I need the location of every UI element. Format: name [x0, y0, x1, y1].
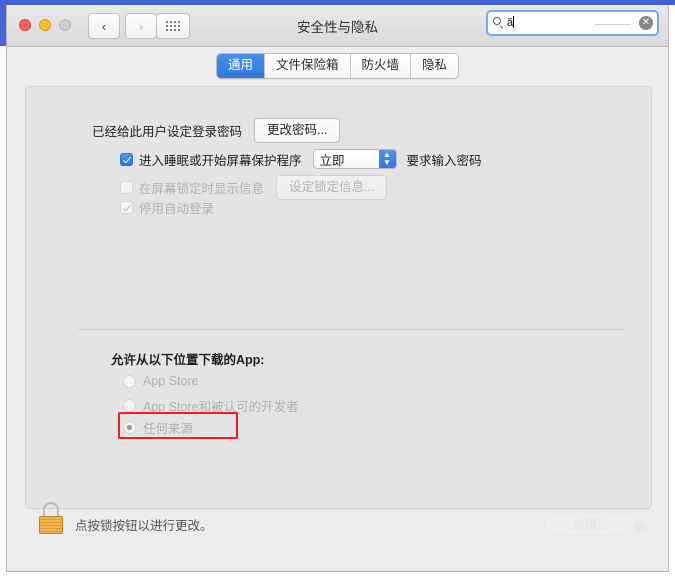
desktop-bottom-strip: [0, 572, 675, 578]
require-password-checkbox[interactable]: [120, 152, 133, 166]
tab-filevault[interactable]: 文件保险箱: [264, 54, 351, 78]
radio-anywhere: [123, 421, 136, 434]
window-titlebar: ‹ › 安全性与隐私 ă ✕: [7, 5, 668, 47]
download-option-anywhere: 任何来源: [123, 418, 193, 437]
padlock-body: [39, 516, 63, 534]
login-password-status: 已经给此用户设定登录密码: [92, 125, 243, 139]
disable-auto-login-label: 停用自动登录: [139, 202, 215, 216]
login-password-row: 已经给此用户设定登录密码 更改密码...: [92, 118, 341, 143]
chevron-updown-icon: ▲ ▼: [378, 150, 396, 168]
set-lock-message-button: 设定锁定信息...: [276, 175, 388, 200]
tab-group: 通用 文件保险箱 防火墙 隐私: [215, 53, 460, 79]
disable-auto-login-row: 停用自动登录: [120, 198, 214, 217]
show-lock-message-row: 在屏幕锁定时显示信息 设定锁定信息...: [120, 175, 388, 200]
tab-bar: 通用 文件保险箱 防火墙 隐私: [7, 47, 668, 85]
require-password-row: 进入睡眠或开始屏幕保护程序 立即 ▲ ▼ 要求输入密码: [120, 149, 482, 169]
tab-firewall[interactable]: 防火墙: [350, 54, 412, 78]
general-pane: 已经给此用户设定登录密码 更改密码... 进入睡眠或开始屏幕保护程序 立即 ▲ ▼…: [25, 86, 652, 509]
search-icon: [493, 17, 505, 29]
allow-downloads-title: 允许从以下位置下载的App:: [111, 353, 265, 367]
download-option-app-store: App Store: [123, 374, 199, 388]
radio-anywhere-label: 任何来源: [143, 422, 194, 436]
system-preferences-window: ‹ › 安全性与隐私 ă ✕ 通用 文件保险箱 防火墙 隐私 已经给此用户设定登…: [6, 5, 669, 572]
radio-app-store-label: App Store: [143, 374, 199, 388]
search-field-rule: [595, 24, 631, 25]
desktop-backdrop: ‹ › 安全性与隐私 ă ✕ 通用 文件保险箱 防火墙 隐私 已经给此用户设定登…: [0, 0, 675, 578]
advanced-button[interactable]: 高级...: [544, 513, 636, 536]
change-password-button[interactable]: 更改密码...: [254, 118, 341, 143]
password-delay-select[interactable]: 立即 ▲ ▼: [312, 149, 397, 169]
clear-search-icon[interactable]: ✕: [639, 16, 653, 30]
radio-app-store: [123, 374, 136, 388]
radio-app-store-identified-label: App Store和被认可的开发者: [143, 400, 299, 414]
show-lock-message-label: 在屏幕锁定时显示信息: [139, 182, 265, 196]
download-option-app-store-identified: App Store和被认可的开发者: [123, 396, 299, 415]
lock-hint-text: 点按锁按钮以进行更改。: [75, 519, 213, 533]
disable-auto-login-checkbox: [120, 201, 133, 214]
show-lock-message-checkbox: [120, 181, 133, 194]
search-input[interactable]: ă: [507, 13, 639, 33]
radio-app-store-identified: [123, 399, 136, 412]
require-password-suffix-label: 要求输入密码: [406, 153, 482, 168]
password-delay-value: 立即: [319, 153, 345, 168]
search-field[interactable]: ă ✕: [486, 10, 659, 36]
unlocked-padlock-icon[interactable]: [38, 502, 64, 534]
tab-privacy[interactable]: 隐私: [411, 54, 459, 78]
section-divider: [78, 329, 625, 330]
text-cursor: [513, 16, 515, 28]
tab-general[interactable]: 通用: [216, 54, 265, 78]
require-password-prefix-label: 进入睡眠或开始屏幕保护程序: [139, 153, 302, 168]
